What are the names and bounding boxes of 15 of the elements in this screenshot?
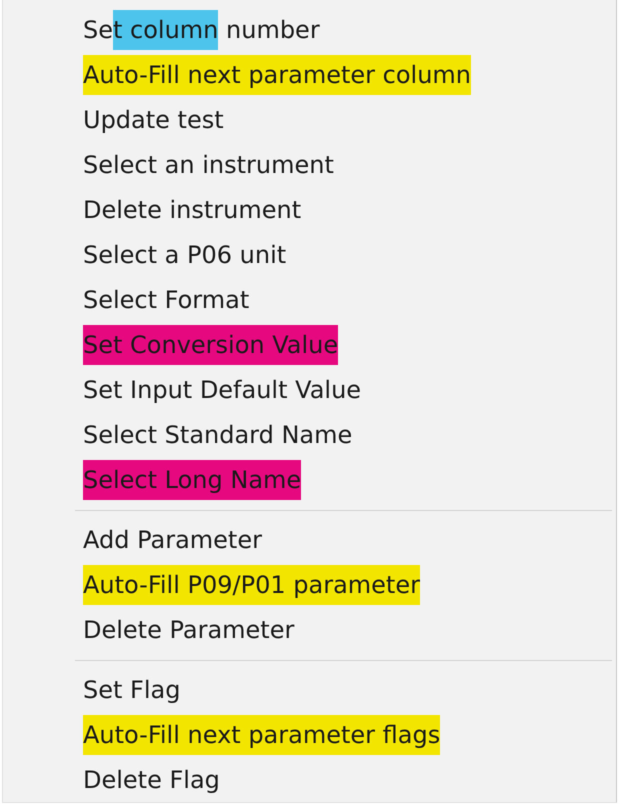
menu-item[interactable]: Delete instrument	[3, 188, 616, 233]
menu-item[interactable]: Auto-Fill P09/P01 parameter	[3, 563, 616, 608]
menu-item[interactable]: Add Parameter	[3, 518, 616, 563]
menu-item[interactable]: Select Standard Name	[3, 413, 616, 458]
menu-item[interactable]: Set Conversion Value	[3, 323, 616, 368]
menu-item[interactable]: Set Input Default Value	[3, 368, 616, 413]
menu-item[interactable]: Select Long Name	[3, 458, 616, 503]
menu-item[interactable]: Select Format	[3, 278, 616, 323]
menu-item[interactable]: Select a P06 unit	[3, 233, 616, 278]
menu-item[interactable]: Set column number	[3, 8, 616, 53]
menu-item[interactable]: Delete Parameter	[3, 608, 616, 653]
menu-item[interactable]: Delete Flag	[3, 758, 616, 803]
menu-item[interactable]: Select an instrument	[3, 143, 616, 188]
menu-item[interactable]: Update test	[3, 98, 616, 143]
menu-item[interactable]: Set Flag	[3, 668, 616, 713]
